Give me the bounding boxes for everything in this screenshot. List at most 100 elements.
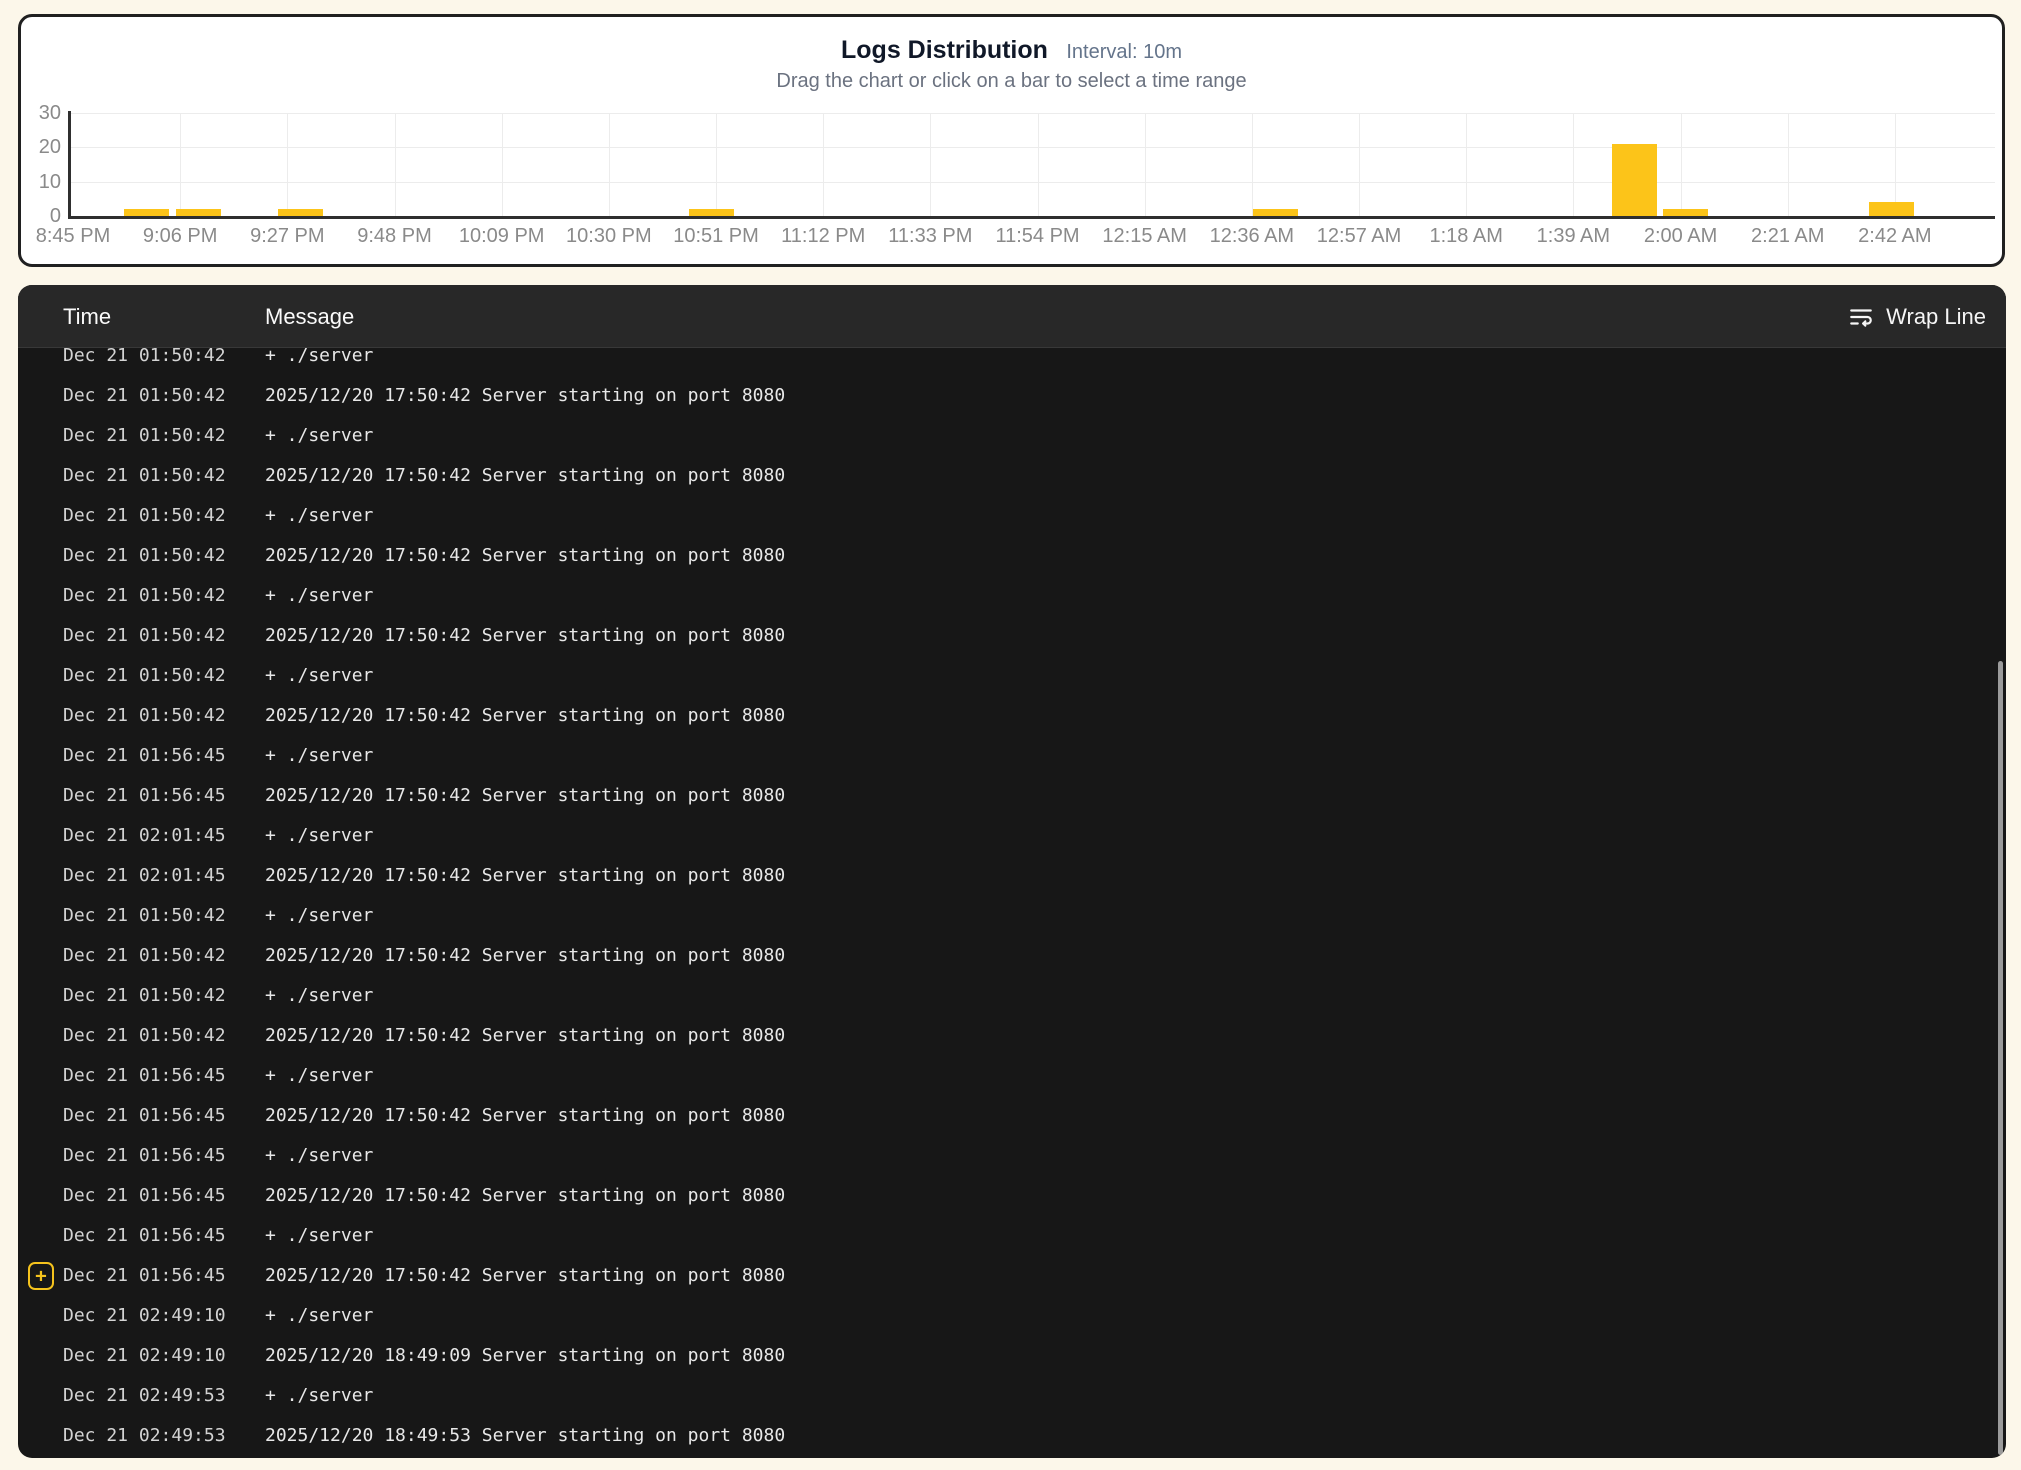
log-table-header: Time Message Wrap Line <box>18 285 2006 348</box>
gridline-vertical <box>1252 113 1253 216</box>
gridline-vertical <box>180 113 181 216</box>
log-time: Dec 21 01:50:42 <box>63 936 226 976</box>
gridline-horizontal <box>71 182 1995 183</box>
wrap-line-button[interactable]: Wrap Line <box>1848 285 1986 348</box>
log-row[interactable]: Dec 21 02:01:45 2025/12/20 17:50:42 Serve… <box>18 856 2006 896</box>
gridline-vertical <box>1038 113 1039 216</box>
chart-bar[interactable] <box>1869 202 1914 216</box>
gridline-vertical <box>1681 113 1682 216</box>
gridline-vertical <box>287 113 288 216</box>
log-time: Dec 21 01:50:42 <box>63 456 226 496</box>
log-row[interactable]: Dec 21 01:50:422025/12/20 17:50:42 Serve… <box>18 696 2006 736</box>
log-row[interactable]: Dec 21 01:50:42 2025/12/20 17:50:42 Serve… <box>18 936 2006 976</box>
gridline-vertical <box>930 113 931 216</box>
chart-bar[interactable] <box>278 209 323 216</box>
log-row[interactable]: Dec 21 02:49:53 + ./server <box>18 1376 2006 1416</box>
x-axis-tick-label: 2:21 AM <box>1728 224 1848 248</box>
x-axis-tick-label: 12:36 AM <box>1192 224 1312 248</box>
log-row[interactable]: Dec 21 01:50:42+ ./server <box>18 656 2006 696</box>
chart-bar[interactable] <box>1612 144 1657 216</box>
log-row[interactable]: Dec 21 02:49:10 + ./server <box>18 1296 2006 1336</box>
log-message: + ./server <box>265 496 373 536</box>
chart-bar[interactable] <box>176 209 221 216</box>
log-message: 2025/12/20 17:50:42 Server starting on p… <box>265 936 785 976</box>
log-row[interactable]: Dec 21 01:50:42 2025/12/20 17:50:42 Serve… <box>18 536 2006 576</box>
gridline-vertical <box>502 113 503 216</box>
log-message: 2025/12/20 17:50:42 Server starting on p… <box>265 376 785 416</box>
chart-bar[interactable] <box>1253 209 1298 216</box>
gridline-vertical <box>1573 113 1574 216</box>
chart-header: Logs Distribution Interval: 10m <box>21 36 2002 65</box>
log-row[interactable]: Dec 21 02:01:45 + ./server <box>18 816 2006 856</box>
log-time: Dec 21 01:50:42 <box>63 1016 226 1056</box>
log-time: Dec 21 02:01:45 <box>63 856 226 896</box>
log-row[interactable]: Dec 21 01:50:422025/12/20 17:50:42 Serve… <box>18 456 2006 496</box>
log-row[interactable]: Dec 21 01:50:42+ ./server <box>18 576 2006 616</box>
gridline-vertical <box>1895 113 1896 216</box>
logs-bar-chart[interactable] <box>71 113 1995 216</box>
log-row[interactable]: Dec 21 01:56:45+ ./server <box>18 1136 2006 1176</box>
log-time: Dec 21 01:50:42 <box>63 536 226 576</box>
log-message: 2025/12/20 17:50:42 Server starting on p… <box>265 536 785 576</box>
x-axis-tick-label: 12:57 AM <box>1299 224 1419 248</box>
x-axis-tick-label: 1:18 AM <box>1406 224 1526 248</box>
log-row[interactable]: Dec 21 01:56:45+ ./server <box>18 1216 2006 1256</box>
chart-subtitle: Drag the chart or click on a bar to sele… <box>21 70 2002 93</box>
log-message: + ./server <box>265 1216 373 1256</box>
chart-bar[interactable] <box>689 209 734 216</box>
log-row[interactable]: +Dec 21 01:56:452025/12/20 17:50:42 Serv… <box>18 1256 2006 1296</box>
wrap-line-label: Wrap Line <box>1886 304 1986 330</box>
log-row[interactable]: Dec 21 01:56:452025/12/20 17:50:42 Serve… <box>18 1176 2006 1216</box>
log-message: + ./server <box>265 976 373 1016</box>
x-axis-line <box>68 216 1995 219</box>
log-message: + ./server <box>265 1376 373 1416</box>
log-message: 2025/12/20 17:50:42 Server starting on p… <box>265 1016 785 1056</box>
chart-title: Logs Distribution <box>841 36 1048 65</box>
scrollbar[interactable] <box>1998 661 2003 1455</box>
gridline-vertical <box>1466 113 1467 216</box>
expand-row-button[interactable]: + <box>28 1262 54 1290</box>
log-row[interactable]: Dec 21 02:49:102025/12/20 18:49:09 Serve… <box>18 1336 2006 1376</box>
gridline-vertical <box>609 113 610 216</box>
log-message: 2025/12/20 17:50:42 Server starting on p… <box>265 776 785 816</box>
log-row[interactable]: Dec 21 01:50:42 2025/12/20 17:50:42 Serve… <box>18 1016 2006 1056</box>
gridline-vertical <box>395 113 396 216</box>
log-time: Dec 21 01:56:45 <box>63 776 226 816</box>
log-time: Dec 21 01:56:45 <box>63 736 226 776</box>
log-row[interactable]: Dec 21 01:50:422025/12/20 17:50:42 Serve… <box>18 376 2006 416</box>
log-row[interactable]: Dec 21 01:50:42+ ./server <box>18 348 2006 376</box>
log-time: Dec 21 02:49:10 <box>63 1296 226 1336</box>
log-time: Dec 21 01:50:42 <box>63 976 226 1016</box>
gridline-vertical <box>823 113 824 216</box>
log-row[interactable]: Dec 21 01:56:45 2025/12/20 17:50:42 Serve… <box>18 776 2006 816</box>
log-row[interactable]: Dec 21 01:50:42+ ./server <box>18 896 2006 936</box>
x-axis-tick-label: 2:42 AM <box>1835 224 1955 248</box>
chart-bar[interactable] <box>1663 209 1708 216</box>
log-row[interactable]: Dec 21 01:50:42 + ./server <box>18 976 2006 1016</box>
x-axis-tick-label: 2:00 AM <box>1621 224 1741 248</box>
log-message: + ./server <box>265 1296 373 1336</box>
log-time: Dec 21 02:01:45 <box>63 816 226 856</box>
log-row[interactable]: Dec 21 01:50:422025/12/20 17:50:42 Serve… <box>18 616 2006 656</box>
log-message: 2025/12/20 18:49:09 Server starting on p… <box>265 1336 785 1376</box>
log-row[interactable]: Dec 21 01:50:42+ ./server <box>18 416 2006 456</box>
log-row[interactable]: Dec 21 01:56:452025/12/20 17:50:42 Serve… <box>18 1096 2006 1136</box>
y-axis-line <box>68 111 71 219</box>
log-message: 2025/12/20 17:50:42 Server starting on p… <box>265 856 785 896</box>
log-row[interactable]: Dec 21 01:56:45 + ./server <box>18 736 2006 776</box>
log-time: Dec 21 02:49:53 <box>63 1376 226 1416</box>
chart-bar[interactable] <box>124 209 169 216</box>
logs-distribution-panel: Logs Distribution Interval: 10m Drag the… <box>18 14 2005 267</box>
gridline-horizontal <box>71 147 1995 148</box>
log-row[interactable]: Dec 21 01:56:45+ ./server <box>18 1056 2006 1096</box>
log-message: + ./server <box>265 816 373 856</box>
chart-interval-label: Interval: 10m <box>1066 41 1182 64</box>
log-time: Dec 21 01:50:42 <box>63 576 226 616</box>
log-time: Dec 21 02:49:53 <box>63 1416 226 1456</box>
log-time: Dec 21 01:56:45 <box>63 1256 226 1296</box>
log-message: + ./server <box>265 348 373 376</box>
x-axis-tick-label: 1:39 AM <box>1513 224 1633 248</box>
log-row[interactable]: Dec 21 02:49:532025/12/20 18:49:53 Serve… <box>18 1416 2006 1456</box>
log-row[interactable]: Dec 21 01:50:42+ ./server <box>18 496 2006 536</box>
log-message: + ./server <box>265 736 373 776</box>
